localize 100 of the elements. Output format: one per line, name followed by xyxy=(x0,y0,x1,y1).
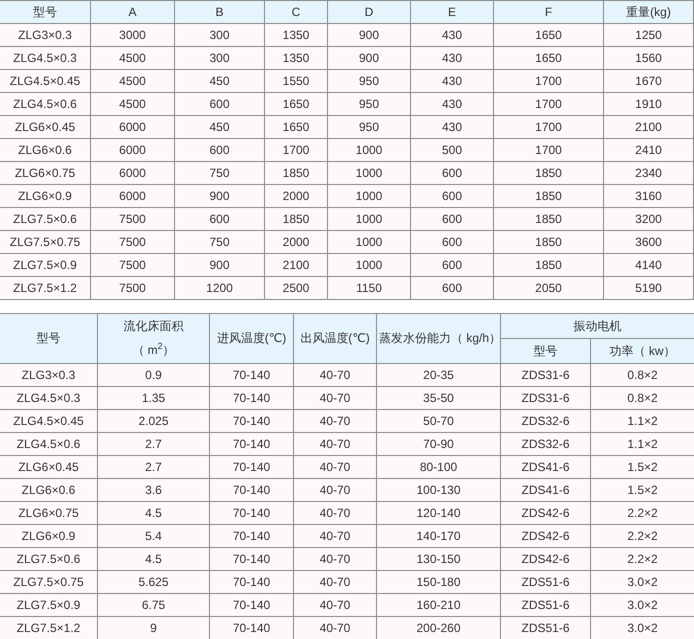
table-cell: 4500 xyxy=(90,70,174,92)
table-cell: 1650 xyxy=(494,46,604,70)
table-cell: 70-140 xyxy=(210,616,294,639)
table-cell: 130-150 xyxy=(376,548,500,570)
column-header: 型号 xyxy=(500,338,590,364)
table-cell: 900 xyxy=(328,46,410,70)
table-cell: 600 xyxy=(174,208,264,230)
table-cell: 4140 xyxy=(604,254,694,276)
table-cell: 1560 xyxy=(604,46,694,70)
table-cell: 2100 xyxy=(264,254,328,276)
table-cell: 160-210 xyxy=(376,594,500,616)
table-cell: 1.5×2 xyxy=(590,456,694,478)
table-cell: 40-70 xyxy=(294,548,376,570)
table-cell: 1.35 xyxy=(98,386,210,410)
table-cell: 1910 xyxy=(604,92,694,116)
table-cell: 70-140 xyxy=(210,478,294,502)
table-cell: 2.2×2 xyxy=(590,548,694,570)
table-cell: ZLG7.5×0.9 xyxy=(0,594,98,616)
table-cell: ZDS51-6 xyxy=(500,616,590,639)
table-cell: 6000 xyxy=(90,116,174,138)
table-cell: 1670 xyxy=(604,70,694,92)
table-cell: ZDS51-6 xyxy=(500,594,590,616)
table-cell: 70-140 xyxy=(210,570,294,594)
table-cell: 3600 xyxy=(604,230,694,254)
table-cell: 600 xyxy=(174,138,264,162)
table-cell: ZDS42-6 xyxy=(500,548,590,570)
table-cell: 1550 xyxy=(264,70,328,92)
table-cell: ZDS32-6 xyxy=(500,410,590,432)
table-cell: 6000 xyxy=(90,162,174,184)
table-cell: 5.4 xyxy=(98,524,210,548)
table-cell: 1650 xyxy=(264,92,328,116)
table-cell: 3000 xyxy=(90,24,174,46)
table-cell: 2100 xyxy=(604,116,694,138)
table-cell: ZLG7.5×0.9 xyxy=(0,254,90,276)
table-cell: 600 xyxy=(410,184,494,208)
table-cell: 4500 xyxy=(90,46,174,70)
table-cell: 600 xyxy=(410,208,494,230)
table-cell: 0.8×2 xyxy=(590,364,694,386)
table-cell: ZLG6×0.9 xyxy=(0,184,90,208)
table-cell: 1850 xyxy=(494,162,604,184)
table-cell: ZDS51-6 xyxy=(500,570,590,594)
table-cell: 430 xyxy=(410,116,494,138)
table-cell: ZLG3×0.3 xyxy=(0,24,90,46)
table-cell: 1200 xyxy=(174,276,264,300)
table-cell: 5190 xyxy=(604,276,694,300)
table-cell: 1000 xyxy=(328,254,410,276)
column-header: 型号 xyxy=(0,0,90,24)
table-cell: 1.1×2 xyxy=(590,410,694,432)
column-header: 蒸发水份能力（ kg/h） xyxy=(376,314,500,364)
table-cell: 430 xyxy=(410,24,494,46)
table-cell: ZLG6×0.9 xyxy=(0,524,98,548)
table-cell: 1.1×2 xyxy=(590,432,694,456)
table-cell: 2050 xyxy=(494,276,604,300)
table-cell: 70-140 xyxy=(210,432,294,456)
table-cell: 4.5 xyxy=(98,548,210,570)
table-cell: ZLG7.5×1.2 xyxy=(0,616,98,639)
table-cell: 70-140 xyxy=(210,548,294,570)
table-cell: 120-140 xyxy=(376,502,500,524)
table-cell: 3.0×2 xyxy=(590,616,694,639)
table-cell: 0.9 xyxy=(98,364,210,386)
table-cell: 40-70 xyxy=(294,386,376,410)
column-header: 型号 xyxy=(0,314,98,364)
table-cell: ZLG4.5×0.3 xyxy=(0,386,98,410)
table-cell: 450 xyxy=(174,116,264,138)
table-cell: ZLG6×0.6 xyxy=(0,138,90,162)
table-cell: 3.6 xyxy=(98,478,210,502)
table-cell: ZLG6×0.45 xyxy=(0,456,98,478)
table-cell: 430 xyxy=(410,92,494,116)
table-cell: ZLG6×0.45 xyxy=(0,116,90,138)
table-cell: 600 xyxy=(174,92,264,116)
column-header: B xyxy=(174,0,264,24)
table-cell: 1.5×2 xyxy=(590,478,694,502)
table-cell: ZLG7.5×0.75 xyxy=(0,230,90,254)
table-cell: 900 xyxy=(328,24,410,46)
table-cell: 40-70 xyxy=(294,432,376,456)
table-cell: 900 xyxy=(174,254,264,276)
table-cell: 40-70 xyxy=(294,478,376,502)
table-cell: 40-70 xyxy=(294,502,376,524)
table-cell: 300 xyxy=(174,46,264,70)
table-cell: 6000 xyxy=(90,138,174,162)
table-cell: 950 xyxy=(328,116,410,138)
column-header: F xyxy=(494,0,604,24)
table-cell: ZLG7.5×0.6 xyxy=(0,208,90,230)
table-cell: 2340 xyxy=(604,162,694,184)
table-cell: 1850 xyxy=(494,230,604,254)
table-cell: 40-70 xyxy=(294,616,376,639)
table-cell: 1250 xyxy=(604,24,694,46)
column-header: 出风温度(℃) xyxy=(294,314,376,364)
table-cell: ZDS31-6 xyxy=(500,364,590,386)
table-cell: 1700 xyxy=(264,138,328,162)
table-cell: 1000 xyxy=(328,230,410,254)
table-cell: 2000 xyxy=(264,230,328,254)
table-cell: 1700 xyxy=(494,116,604,138)
table-cell: 1700 xyxy=(494,92,604,116)
table-cell: 70-140 xyxy=(210,410,294,432)
table-cell: 1700 xyxy=(494,70,604,92)
table-cell: 1850 xyxy=(494,254,604,276)
table-cell: ZLG6×0.75 xyxy=(0,162,90,184)
table-cell: ZDS41-6 xyxy=(500,478,590,502)
table-cell: 600 xyxy=(410,254,494,276)
